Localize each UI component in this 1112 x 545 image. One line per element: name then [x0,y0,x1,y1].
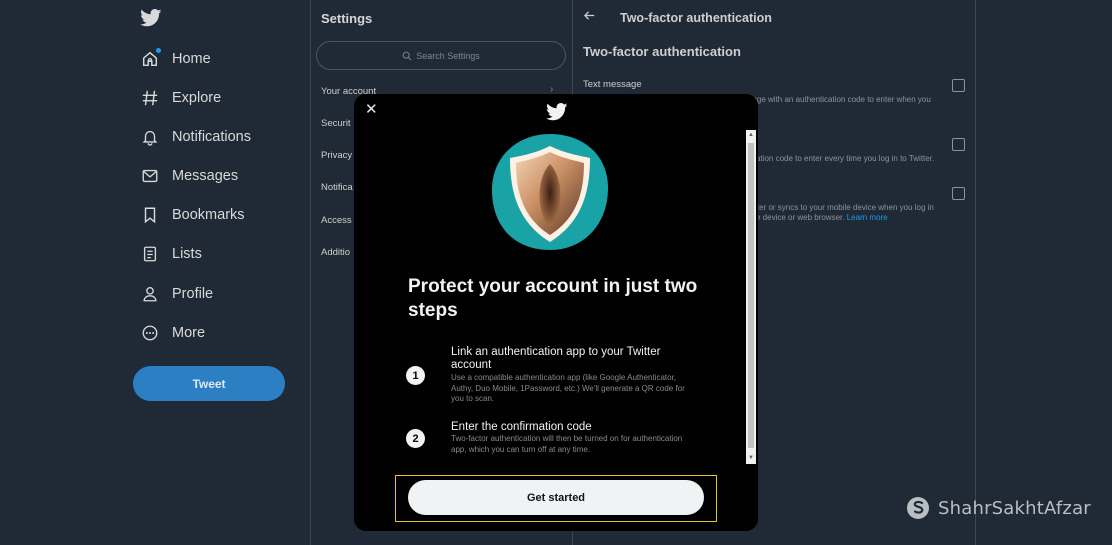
nav-label-messages: Messages [172,168,239,184]
shield-illustration [490,132,610,252]
text-message-checkbox[interactable] [952,79,965,92]
scroll-down-arrow-icon[interactable]: ▼ [748,455,754,461]
tfa-section-title: Two-factor authentication [583,44,741,59]
tfa-header-title: Two-factor authentication [620,11,772,25]
nav-item-more[interactable]: More [140,320,205,346]
settings-search-input[interactable]: Search Settings [316,41,566,70]
tfa-option-text-message: Text message [583,79,642,90]
nav-label-profile: Profile [172,286,214,302]
tfa-option-desc: fication code to enter every time you lo… [748,154,935,163]
watermark-text: ShahrSakhtAfzar [938,497,1091,519]
security-key-checkbox[interactable] [952,187,965,200]
nav-item-notifications[interactable]: Notifications [140,124,251,150]
mail-icon [140,166,160,186]
settings-item-security[interactable]: Securit [321,118,351,129]
nav-label-lists: Lists [172,246,202,262]
watermark-logo-icon [907,497,929,519]
nav-item-messages[interactable]: Messages [140,163,238,189]
nav-label-bookmarks: Bookmarks [172,207,245,223]
scrollbar-thumb[interactable] [748,143,754,448]
tfa-option-desc-line2: bile device or web browser. Learn more [748,213,888,222]
bell-icon [140,127,160,147]
search-placeholder: Search Settings [416,50,480,61]
step-title: Enter the confirmation code [451,421,592,433]
watermark: ShahrSakhtAfzar [906,496,1091,520]
tweet-button[interactable]: Tweet [133,366,285,401]
two-factor-modal: ✕ Protect your account in just two steps… [354,94,758,531]
nav-item-explore[interactable]: Explore [140,85,221,111]
close-icon[interactable]: ✕ [365,102,379,117]
twitter-logo-icon[interactable] [140,9,162,27]
nav-label-notifications: Notifications [172,129,251,145]
nav-item-profile[interactable]: Profile [140,281,213,307]
step-title: Link an authentication app to your Twitt… [451,346,661,371]
search-icon [402,51,412,60]
get-started-button[interactable]: Get started [408,480,704,515]
tfa-option-desc: puter or syncs to your mobile device whe… [748,203,934,212]
modal-heading: Protect your account in just two steps [408,276,698,321]
step-description: Use a compatible authentication app (lik… [451,373,685,403]
back-arrow-icon[interactable] [583,9,597,25]
twitter-logo-icon [546,103,568,121]
nav-label-more: More [172,325,206,341]
left-navigation: Home Explore Notifications Messages Book… [0,0,310,545]
home-icon [140,48,161,69]
settings-item-accessibility[interactable]: Access [321,215,352,226]
bookmark-icon [140,205,160,225]
notification-dot [156,48,161,53]
list-icon [140,244,160,264]
nav-label-explore: Explore [172,90,222,106]
nav-item-lists[interactable]: Lists [140,241,202,267]
tfa-option-desc-text: bile device or web browser. [748,213,845,222]
authentication-app-checkbox[interactable] [952,138,965,151]
settings-item-privacy[interactable]: Privacy [321,150,352,161]
nav-label-home: Home [172,51,211,67]
step-number-badge: 1 [406,366,425,385]
person-icon [140,284,160,304]
settings-item-additional[interactable]: Additio [321,247,350,258]
nav-item-bookmarks[interactable]: Bookmarks [140,202,245,228]
scroll-up-arrow-icon[interactable]: ▲ [748,132,754,138]
learn-more-link[interactable]: Learn more [847,213,888,222]
tfa-option-desc: nage with an authentication code to ente… [748,95,931,104]
nav-item-home[interactable]: Home [140,46,211,72]
settings-item-notifications[interactable]: Notifica [321,182,353,193]
settings-title: Settings [321,11,373,26]
step-number-badge: 2 [406,429,425,448]
more-icon [140,323,160,343]
step-description: Two-factor authentication will then be t… [451,434,683,454]
column-divider [975,0,976,545]
hashtag-icon [140,88,160,108]
modal-scrollbar[interactable]: ▲ ▼ [746,130,756,464]
